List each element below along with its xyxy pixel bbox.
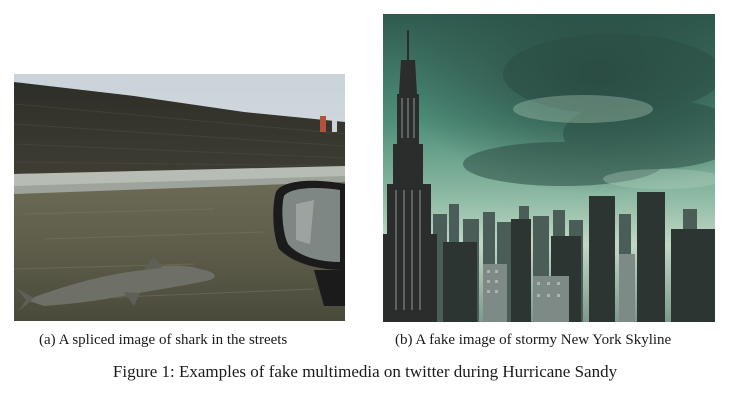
stormy-skyline-icon xyxy=(383,14,715,322)
flooded-street-shark-icon xyxy=(14,74,345,321)
stormy-skyline-photo xyxy=(383,14,715,322)
shark-street-photo xyxy=(14,74,345,321)
figure-caption: Figure 1: Examples of fake multimedia on… xyxy=(112,362,618,381)
figure: (a) A spliced image of shark in the stre… xyxy=(0,0,730,410)
subfigure-a-caption: (a) A spliced image of shark in the stre… xyxy=(39,332,288,348)
subfigure-b-caption: (b) A fake image of stormy New York Skyl… xyxy=(395,332,672,348)
